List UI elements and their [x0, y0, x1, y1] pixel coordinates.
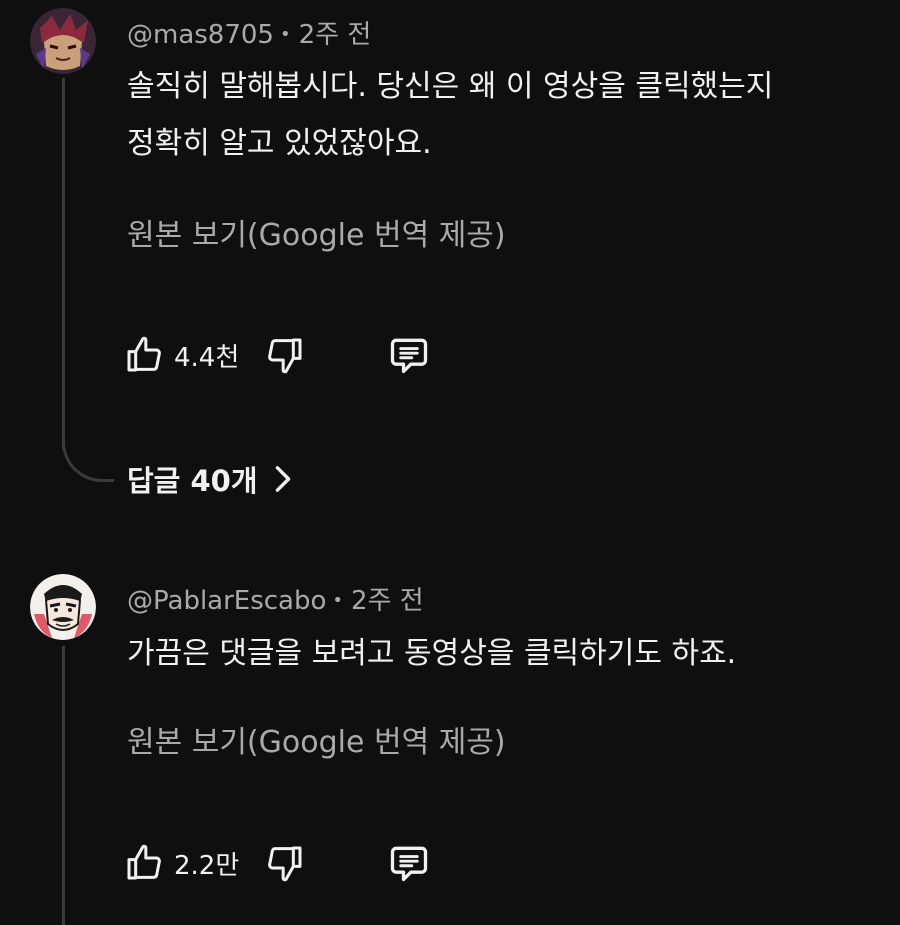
avatar-image	[30, 574, 96, 640]
like-button[interactable]: 2.2만	[124, 843, 265, 883]
view-original-link[interactable]: 원본 보기(Google 번역 제공)	[127, 210, 506, 254]
like-button[interactable]: 4.4천	[124, 335, 265, 375]
comment-text-line: 정확히 알고 있었잖아요.	[127, 126, 432, 161]
reply-comment-icon	[391, 846, 428, 882]
comment-text: 가끔은 댓글을 보려고 동영상을 클릭하기도 하죠.	[127, 625, 867, 682]
comment-text: 솔직히 말해봅시다. 당신은 왜 이 영상을 클릭했는지 정확히 알고 있었잖아…	[127, 58, 867, 172]
comments-section: @mas8705 • 2주 전 솔직히 말해봅시다. 당신은 왜 이 영상을 클릭했…	[0, 0, 900, 925]
dislike-button[interactable]	[265, 335, 305, 375]
comment-text-line: 가끔은 댓글을 보려고 동영상을 클릭하기도 하죠.	[127, 636, 737, 671]
thumbs-up-icon	[127, 844, 161, 880]
comment-header: @mas8705 • 2주 전	[127, 14, 371, 51]
thumbs-up-icon	[127, 336, 161, 372]
avatar[interactable]	[30, 8, 96, 74]
thread-curve	[62, 420, 114, 482]
avatar-image	[30, 8, 96, 74]
thread-line	[62, 78, 65, 450]
separator-dot: •	[332, 590, 344, 611]
replies-count-label: 답글 40개	[127, 464, 258, 498]
dislike-button[interactable]	[265, 843, 305, 883]
separator-dot: •	[279, 24, 291, 45]
avatar[interactable]	[30, 574, 96, 640]
view-original-link[interactable]: 원본 보기(Google 번역 제공)	[127, 717, 506, 761]
comment-time[interactable]: 2주 전	[299, 20, 372, 50]
like-count: 4.4천	[174, 342, 240, 373]
view-replies-button[interactable]: 답글 40개	[127, 458, 292, 500]
reply-button[interactable]	[387, 841, 431, 885]
like-count: 2.2만	[174, 850, 240, 881]
reply-comment-icon	[391, 338, 428, 374]
author-name[interactable]: @mas8705	[127, 20, 274, 50]
author-name[interactable]: @PablarEscabo	[127, 586, 326, 616]
thumbs-down-icon	[268, 846, 302, 882]
thread-line	[62, 646, 65, 925]
comment-time[interactable]: 2주 전	[351, 586, 424, 616]
chevron-right-icon	[275, 466, 290, 492]
thumbs-down-icon	[268, 338, 302, 374]
reply-button[interactable]	[387, 333, 431, 377]
comment-header: @PablarEscabo • 2주 전	[127, 580, 424, 617]
comment-actions: 2.2만	[124, 838, 431, 888]
comment-actions: 4.4천	[124, 330, 431, 380]
comment-text-line: 솔직히 말해봅시다. 당신은 왜 이 영상을 클릭했는지	[127, 69, 774, 104]
